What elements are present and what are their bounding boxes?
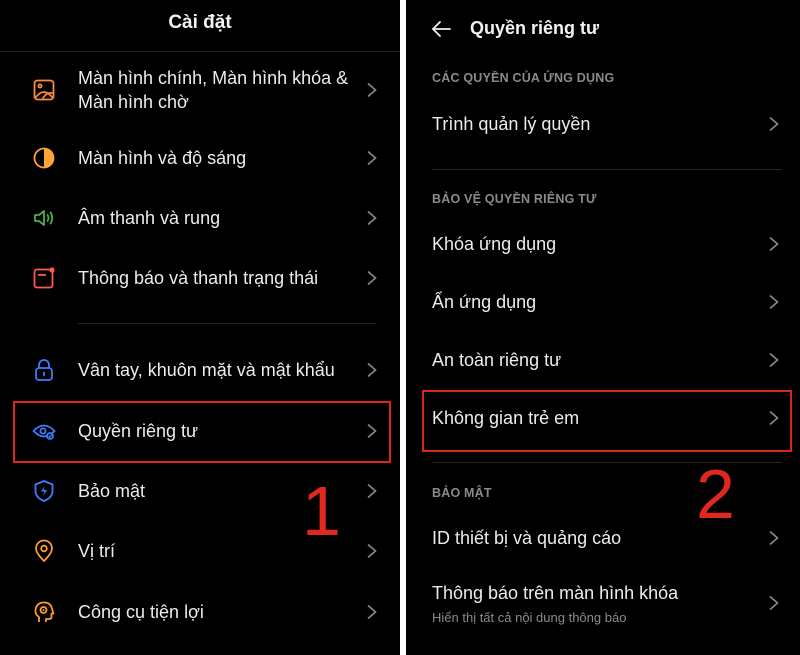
chevron-right-icon xyxy=(366,362,378,378)
step-number-label: 1 xyxy=(302,472,341,550)
settings-screen: Cài đặt Màn hình chính, Màn hình khóa & … xyxy=(0,0,400,655)
menu-item-private-safe[interactable]: An toàn riêng tư xyxy=(406,332,800,388)
settings-item-label: Âm thanh và rung xyxy=(78,208,221,228)
chevron-right-icon xyxy=(366,270,378,286)
brightness-icon xyxy=(32,146,56,170)
chevron-right-icon xyxy=(366,150,378,166)
location-pin-icon xyxy=(32,539,56,563)
settings-item-home-lock-screen[interactable]: Màn hình chính, Màn hình khóa & Màn hình… xyxy=(0,62,400,118)
menu-item-permission-manager[interactable]: Trình quản lý quyền xyxy=(406,96,800,152)
settings-item-display-brightness[interactable]: Màn hình và độ sáng xyxy=(0,130,400,186)
settings-item-label: Màn hình chính, Màn hình khóa & xyxy=(78,68,349,88)
settings-item-label-line2: Màn hình chờ xyxy=(78,92,189,112)
chevron-right-icon xyxy=(366,423,378,439)
menu-item-app-lock[interactable]: Khóa ứng dụng xyxy=(406,216,800,272)
settings-item-label: Quyền riêng tư xyxy=(78,421,199,441)
menu-item-subtitle: Hiển thị tất cả nội dung thông báo xyxy=(432,610,627,625)
lock-icon xyxy=(32,358,56,382)
privacy-eye-icon xyxy=(32,419,56,443)
section-divider xyxy=(432,169,782,170)
chevron-right-icon xyxy=(768,595,780,611)
chevron-right-icon xyxy=(366,210,378,226)
menu-item-label: Trình quản lý quyền xyxy=(432,114,591,134)
section-header-privacy-protection: BẢO VỆ QUYỀN RIÊNG TƯ xyxy=(432,192,597,206)
chevron-right-icon xyxy=(768,116,780,132)
settings-item-convenience-tools[interactable]: Công cụ tiện lợi xyxy=(0,584,400,640)
section-header-app-permissions: CÁC QUYỀN CỦA ỨNG DỤNG xyxy=(432,71,615,85)
chevron-right-icon xyxy=(768,530,780,546)
settings-item-label: Màn hình và độ sáng xyxy=(78,148,247,168)
chevron-right-icon xyxy=(768,410,780,426)
menu-item-label: ID thiết bị và quảng cáo xyxy=(432,528,622,548)
notification-icon xyxy=(32,266,56,290)
page-title: Quyền riêng tư xyxy=(470,18,600,38)
chevron-right-icon xyxy=(768,236,780,252)
menu-item-label: Khóa ứng dụng xyxy=(432,234,557,254)
settings-item-notifications-status-bar[interactable]: Thông báo và thanh trạng thái xyxy=(0,250,400,306)
settings-item-sound-vibration[interactable]: Âm thanh và rung xyxy=(0,190,400,246)
menu-item-label: Không gian trẻ em xyxy=(432,408,580,428)
step-number-label: 2 xyxy=(696,455,735,533)
page-title: Cài đặt xyxy=(168,12,232,33)
back-arrow-icon[interactable] xyxy=(430,18,452,40)
chevron-right-icon xyxy=(366,483,378,499)
menu-item-hide-apps[interactable]: Ẩn ứng dụng xyxy=(406,274,800,330)
menu-item-lockscreen-notifications[interactable]: Thông báo trên màn hình khóa Hiển thị tấ… xyxy=(406,570,800,636)
wallpaper-icon xyxy=(32,78,56,102)
settings-item-label: Vị trí xyxy=(78,541,116,561)
settings-item-label: Thông báo và thanh trạng thái xyxy=(78,268,319,288)
menu-item-device-id-ads[interactable]: ID thiết bị và quảng cáo xyxy=(406,510,800,566)
privacy-screen: Quyền riêng tư CÁC QUYỀN CỦA ỨNG DỤNG Tr… xyxy=(406,0,800,655)
settings-item-fingerprint-face-password[interactable]: Vân tay, khuôn mặt và mật khẩu xyxy=(0,342,400,398)
settings-item-label: Vân tay, khuôn mặt và mật khẩu xyxy=(78,360,335,380)
chevron-right-icon xyxy=(366,604,378,620)
shield-bolt-icon xyxy=(32,479,56,503)
menu-item-label: Thông báo trên màn hình khóa xyxy=(432,583,679,603)
chevron-right-icon xyxy=(768,352,780,368)
settings-item-label: Công cụ tiện lợi xyxy=(78,602,204,622)
chevron-right-icon xyxy=(768,294,780,310)
speaker-icon xyxy=(32,206,56,230)
header-divider xyxy=(0,51,400,52)
settings-item-label: Bảo mật xyxy=(78,481,146,501)
menu-item-label: Ẩn ứng dụng xyxy=(432,292,537,312)
tools-head-icon xyxy=(32,600,56,624)
section-header-security: BẢO MẬT xyxy=(432,486,492,500)
settings-item-privacy[interactable]: Quyền riêng tư xyxy=(0,403,400,459)
chevron-right-icon xyxy=(366,543,378,559)
menu-item-kids-space[interactable]: Không gian trẻ em xyxy=(406,390,800,446)
menu-item-label: An toàn riêng tư xyxy=(432,350,562,370)
chevron-right-icon xyxy=(366,82,378,98)
group-divider xyxy=(78,323,376,324)
